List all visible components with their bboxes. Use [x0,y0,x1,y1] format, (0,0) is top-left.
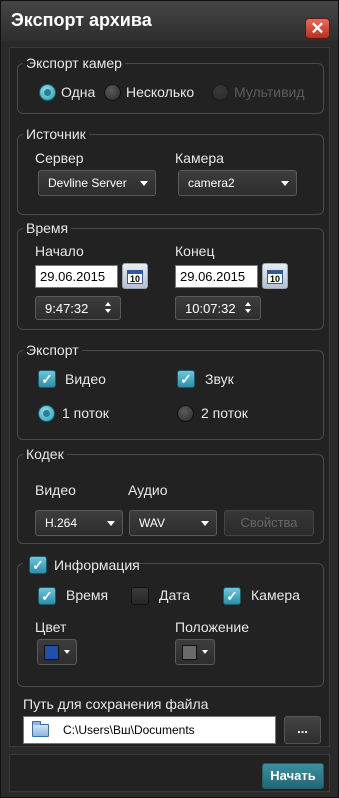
codec-properties-button: Свойства [224,510,314,536]
folder-icon [32,721,49,737]
position-swatch [182,645,197,660]
source-legend: Источник [26,126,86,142]
chevron-down-icon [202,650,208,654]
codec-legend: Кодек [26,446,64,462]
info-time-checkbox[interactable]: ✓ [38,587,56,605]
info-time-label: Время [66,587,109,603]
export-archive-window: Экспорт архива ✕ Экспорт камер Одна Неск… [0,0,339,798]
audio-checkbox-label: Звук [205,371,234,387]
audio-codec-label: Аудио [128,482,168,498]
video-checkbox-label: Видео [65,371,106,387]
video-checkbox[interactable]: ✓ [38,370,56,388]
video-codec-label: Видео [35,482,76,498]
color-swatch [44,645,59,660]
save-path-field[interactable]: C:\Users\Вш\Documents [23,716,276,744]
chevron-down-icon [201,521,209,526]
info-date-checkbox[interactable] [131,587,149,605]
radio-one-stream[interactable] [38,405,55,422]
camera-value: camera2 [188,176,235,190]
radio-single-camera[interactable] [39,84,56,101]
info-checkbox[interactable]: ✓ [29,556,47,574]
info-date-label: Дата [159,587,191,603]
spin-up-icon[interactable] [245,302,251,306]
start-button[interactable]: Начать [262,763,324,789]
save-path-label: Путь для сохранения файла [23,696,209,712]
start-date-value: 29.06.2015 [40,269,106,284]
chevron-down-icon [140,181,148,186]
position-label: Положение [175,619,249,635]
export-group: Экспорт [17,342,324,440]
end-calendar-button[interactable]: 10 [262,263,288,289]
radio-one-stream-label: 1 поток [62,405,109,421]
start-time-value: 9:47:32 [45,301,89,316]
radio-multiple-cameras-label: Несколько [126,84,195,100]
export-legend: Экспорт [26,342,79,358]
close-button[interactable]: ✕ [305,18,330,39]
camera-label: Камера [175,150,224,166]
audio-codec-dropdown[interactable]: WAV [129,510,217,536]
radio-multiview [212,84,229,101]
close-icon: ✕ [310,19,325,38]
info-camera-label: Камера [251,587,300,603]
radio-two-streams-label: 2 поток [201,405,248,421]
start-date-field[interactable]: 29.06.2015 [35,265,118,288]
end-date-field[interactable]: 29.06.2015 [175,265,258,288]
info-checkbox-label: Информация [54,557,140,573]
server-value: Devline Server [48,176,127,190]
server-label: Сервер [35,150,84,166]
color-label: Цвет [35,619,67,635]
settings-panel: Экспорт камер Одна Несколько Мультивид И… [9,47,330,747]
video-codec-value: H.264 [45,516,78,530]
audio-codec-value: WAV [139,516,165,530]
radio-multiple-cameras[interactable] [104,84,121,101]
audio-checkbox[interactable]: ✓ [177,370,195,388]
time-legend: Время [26,220,69,236]
info-camera-checkbox[interactable]: ✓ [223,587,241,605]
end-time-spinner[interactable]: 10:07:32 [175,296,261,320]
title-bar: Экспорт архива ✕ [1,1,338,41]
save-path-value: C:\Users\Вш\Documents [63,723,195,737]
radio-multiview-label: Мультивид [234,84,305,100]
chevron-down-icon [281,181,289,186]
chevron-down-icon [107,521,115,526]
footer-bar: Начать [9,754,330,792]
window-title: Экспорт архива [11,10,152,30]
browse-button[interactable]: ... [284,716,321,744]
end-time-value: 10:07:32 [185,301,236,316]
start-calendar-button[interactable]: 10 [122,263,148,289]
spin-down-icon[interactable] [245,309,251,313]
camera-dropdown[interactable]: camera2 [178,170,297,196]
end-label: Конец [175,243,215,259]
calendar-icon: 10 [127,270,143,284]
spin-up-icon[interactable] [105,302,111,306]
calendar-icon: 10 [267,270,283,284]
position-picker[interactable] [175,639,215,665]
radio-two-streams[interactable] [177,405,194,422]
chevron-down-icon [64,650,70,654]
spin-down-icon[interactable] [105,309,111,313]
video-codec-dropdown[interactable]: H.264 [35,510,123,536]
server-dropdown[interactable]: Devline Server [38,170,156,196]
end-date-value: 29.06.2015 [180,269,246,284]
start-label: Начало [35,243,84,259]
color-picker[interactable] [37,639,77,665]
radio-single-camera-label: Одна [61,84,96,100]
start-time-spinner[interactable]: 9:47:32 [35,296,121,320]
camera-export-legend: Экспорт камер [26,55,122,71]
